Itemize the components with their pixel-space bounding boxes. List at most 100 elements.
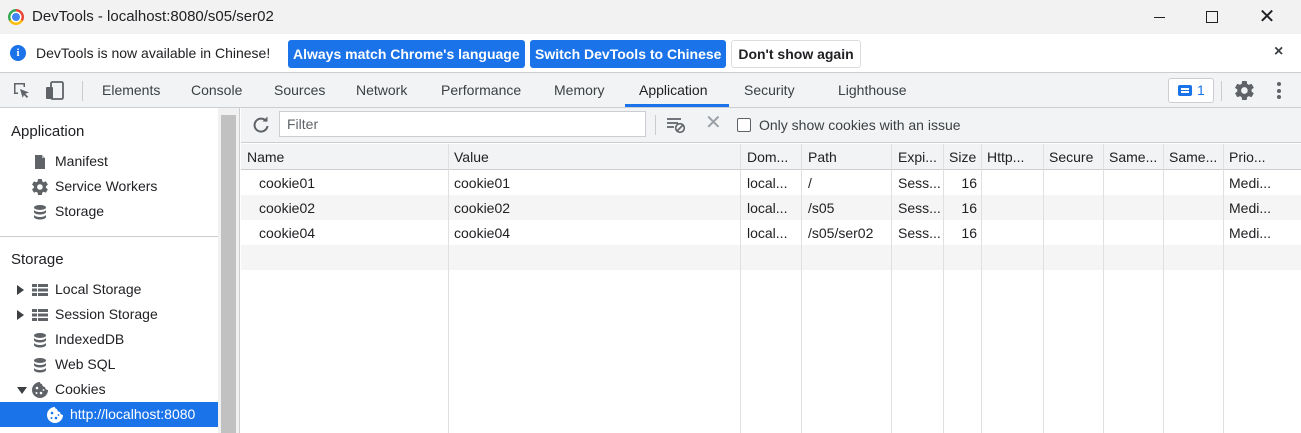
- database-icon: [34, 358, 46, 373]
- sidebar-item-label: IndexedDB: [55, 331, 125, 347]
- column-header-name[interactable]: Name: [247, 149, 437, 165]
- delete-all-cookies-icon[interactable]: ✕: [705, 113, 722, 133]
- maximize-button[interactable]: [1186, 0, 1238, 34]
- column-divider[interactable]: [448, 144, 449, 433]
- tab-sources[interactable]: Sources: [274, 73, 325, 108]
- sidebar-item-cookies[interactable]: Cookies: [0, 377, 218, 402]
- column-header-domain[interactable]: Dom...: [747, 149, 802, 165]
- only-issues-checkbox[interactable]: [737, 118, 751, 132]
- cookies-table: Name Value Dom... Path Expi... Size Http…: [241, 144, 1301, 433]
- refresh-icon[interactable]: [252, 116, 270, 134]
- cell-domain: local...: [747, 175, 788, 191]
- sidebar-item-label: Storage: [55, 203, 105, 219]
- cell-size: 16: [961, 200, 977, 216]
- tab-security[interactable]: Security: [744, 73, 795, 108]
- column-divider[interactable]: [981, 144, 982, 433]
- column-header-value[interactable]: Value: [454, 149, 734, 165]
- column-header-secure[interactable]: Secure: [1049, 149, 1103, 165]
- sidebar-item-label: Session Storage: [55, 306, 158, 322]
- tab-network[interactable]: Network: [356, 73, 407, 108]
- sidebar-scrollbar-thumb[interactable]: [221, 115, 236, 433]
- cell-size: 16: [961, 225, 977, 241]
- sidebar-item-indexeddb[interactable]: IndexedDB: [0, 327, 218, 352]
- sidebar-item-label: Cookies: [55, 381, 106, 397]
- column-header-sameparty[interactable]: Same...: [1169, 149, 1223, 165]
- tab-performance[interactable]: Performance: [441, 73, 521, 108]
- column-header-httponly[interactable]: Http...: [987, 149, 1042, 165]
- tab-separator-right: [1221, 81, 1222, 101]
- sidebar-item-local-storage[interactable]: Local Storage: [0, 277, 218, 302]
- close-window-button[interactable]: ✕: [1241, 0, 1293, 34]
- sidebar-item-web-sql[interactable]: Web SQL: [0, 352, 218, 377]
- column-header-samesite[interactable]: Same...: [1109, 149, 1163, 165]
- inspect-element-icon[interactable]: [13, 82, 30, 99]
- column-divider[interactable]: [1223, 144, 1224, 433]
- database-icon: [34, 333, 46, 348]
- cell-value: cookie01: [454, 175, 511, 191]
- minimize-button[interactable]: [1133, 0, 1185, 34]
- issues-count: 1: [1197, 82, 1205, 98]
- minimize-icon: [1153, 16, 1165, 18]
- column-header-expires[interactable]: Expi...: [898, 149, 944, 165]
- sidebar-item-label: Manifest: [55, 153, 108, 169]
- sidebar-item-storage[interactable]: Storage: [0, 199, 218, 224]
- cookie-icon: [32, 382, 48, 398]
- cell-expires: Sess...: [898, 200, 941, 216]
- cell-path: /: [808, 175, 812, 191]
- tab-console[interactable]: Console: [191, 73, 242, 108]
- devtools-tabbar: Elements Console Sources Network Perform…: [0, 73, 1301, 108]
- expand-arrow-icon[interactable]: [17, 310, 24, 320]
- table-row[interactable]: cookie02 cookie02 local... /s05 Sess... …: [241, 195, 1301, 220]
- cell-domain: local...: [747, 225, 788, 241]
- table-header-row: Name Value Dom... Path Expi... Size Http…: [241, 144, 1301, 170]
- tab-memory[interactable]: Memory: [554, 73, 605, 108]
- column-divider[interactable]: [943, 144, 944, 433]
- gear-icon: [32, 179, 48, 195]
- cell-priority: Medi...: [1229, 175, 1272, 191]
- sidebar-scrollbar[interactable]: [218, 108, 240, 433]
- column-header-path[interactable]: Path: [808, 149, 892, 165]
- dont-show-again-button[interactable]: Don't show again: [731, 40, 861, 68]
- switch-to-chinese-button[interactable]: Switch DevTools to Chinese: [530, 40, 726, 68]
- tab-lighthouse[interactable]: Lighthouse: [838, 73, 907, 108]
- more-options-icon[interactable]: [1277, 82, 1281, 99]
- always-match-language-button[interactable]: Always match Chrome's language: [288, 40, 525, 68]
- infobar-close-icon[interactable]: ×: [1274, 43, 1283, 61]
- column-header-priority[interactable]: Prio...: [1229, 149, 1295, 165]
- sidebar-item-manifest[interactable]: Manifest: [0, 149, 218, 174]
- sidebar-divider: [0, 236, 218, 237]
- sidebar-item-session-storage[interactable]: Session Storage: [0, 302, 218, 327]
- column-divider[interactable]: [801, 144, 802, 433]
- database-icon: [34, 205, 46, 220]
- sidebar-item-cookies-localhost[interactable]: http://localhost:8080: [0, 402, 218, 427]
- filter-input[interactable]: [279, 111, 646, 137]
- cell-priority: Medi...: [1229, 200, 1272, 216]
- settings-gear-icon[interactable]: [1235, 81, 1254, 100]
- tab-elements[interactable]: Elements: [102, 73, 160, 108]
- sidebar-header-storage: Storage: [11, 251, 64, 268]
- cell-expires: Sess...: [898, 225, 941, 241]
- active-tab-indicator: [625, 104, 729, 107]
- device-toolbar-icon[interactable]: [45, 81, 65, 100]
- column-divider[interactable]: [1103, 144, 1104, 433]
- table-row[interactable]: cookie01 cookie01 local... / Sess... 16 …: [241, 170, 1301, 195]
- column-divider[interactable]: [1043, 144, 1044, 433]
- issues-button[interactable]: 1: [1168, 78, 1214, 103]
- clear-filtered-cookies-icon[interactable]: [666, 116, 686, 134]
- sidebar-item-label: http://localhost:8080: [70, 406, 196, 422]
- cell-domain: local...: [747, 200, 788, 216]
- application-sidebar: Application Manifest Service Workers Sto…: [0, 108, 218, 433]
- cell-name: cookie02: [259, 200, 316, 216]
- column-header-size[interactable]: Size: [949, 149, 982, 165]
- column-divider[interactable]: [740, 144, 741, 433]
- grid-icon: [32, 309, 48, 321]
- close-icon: ✕: [1258, 6, 1276, 28]
- tab-application[interactable]: Application: [639, 73, 708, 108]
- table-row[interactable]: cookie04 cookie04 local... /s05/ser02 Se…: [241, 220, 1301, 245]
- sidebar-item-service-workers[interactable]: Service Workers: [0, 174, 218, 199]
- collapse-arrow-icon[interactable]: [17, 387, 27, 394]
- window-titlebar: DevTools - localhost:8080/s05/ser02 ✕: [0, 0, 1301, 34]
- column-divider[interactable]: [891, 144, 892, 433]
- column-divider[interactable]: [1163, 144, 1164, 433]
- expand-arrow-icon[interactable]: [17, 285, 24, 295]
